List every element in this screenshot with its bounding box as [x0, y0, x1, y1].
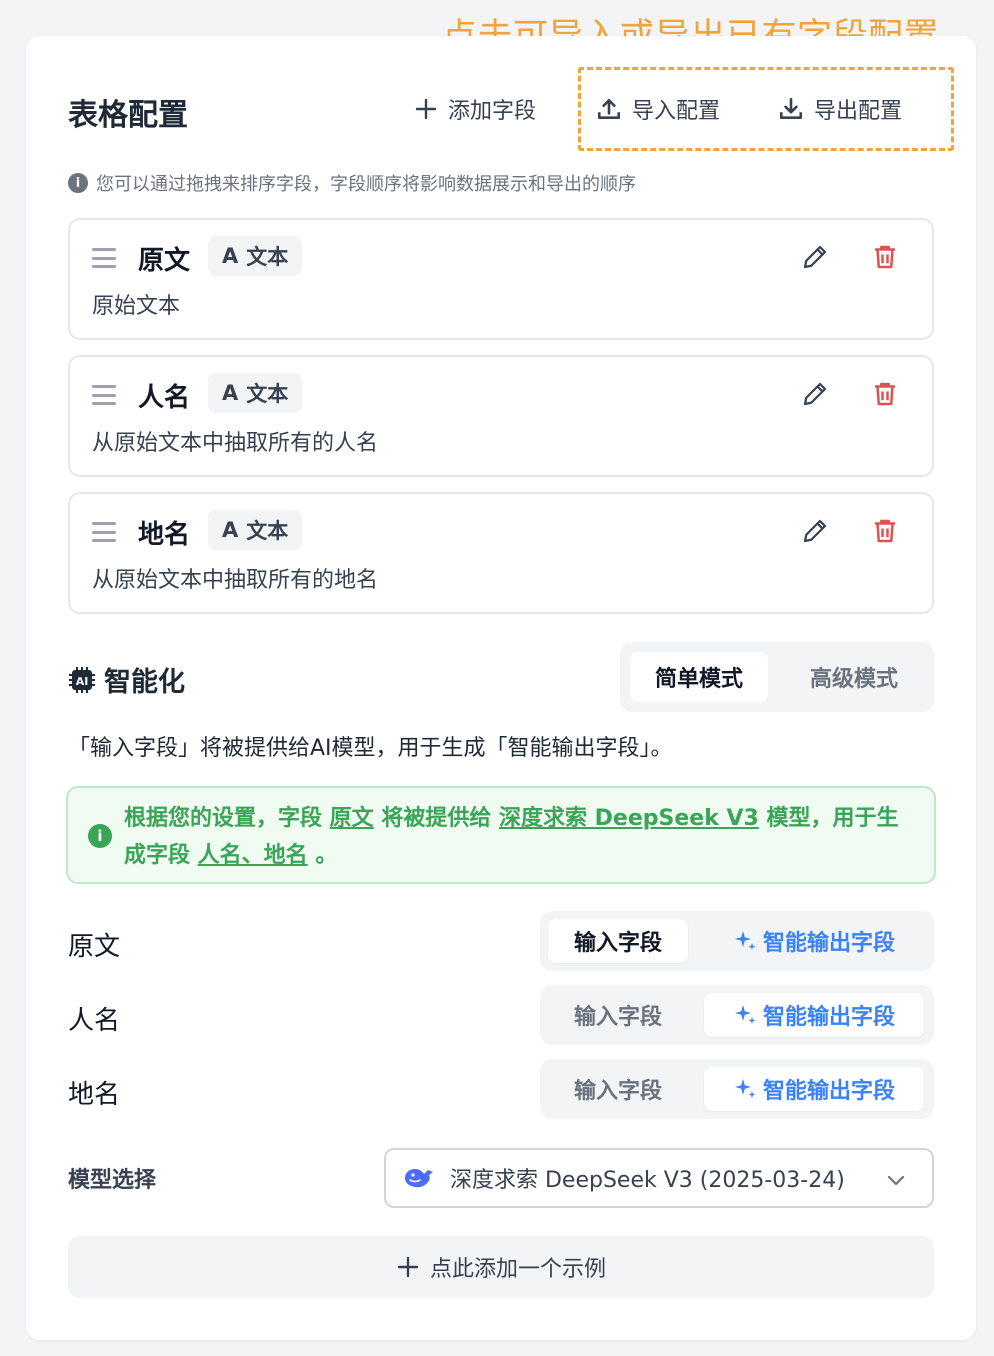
ai-output-label: 智能输出字段	[762, 931, 895, 956]
notice-text-part: 根据您的设置，字段	[124, 806, 330, 831]
notice-text-part: 将被提供给	[373, 806, 500, 831]
field-role-toggle: 输入字段 智能输出字段	[540, 1059, 934, 1119]
info-icon: i	[68, 173, 88, 193]
plus-icon	[397, 1256, 419, 1278]
input-field-option[interactable]: 输入字段	[548, 1067, 688, 1111]
upload-icon	[597, 99, 621, 119]
sparkle-icon	[734, 1005, 756, 1024]
chevron-down-icon	[887, 1175, 905, 1186]
text-type-icon: A	[222, 244, 239, 268]
drag-hint: i 您可以通过拖拽来排序字段，字段顺序将影响数据展示和导出的顺序	[68, 170, 636, 196]
field-type-label: 文本	[246, 519, 289, 543]
simple-mode-tab[interactable]: 简单模式	[630, 652, 768, 702]
export-config-label: 导出配置	[814, 99, 903, 124]
row-label-人名: 人名	[68, 1006, 121, 1036]
ai-output-field-option[interactable]: 智能输出字段	[704, 919, 924, 963]
field-card-原文[interactable]: 原文 A 文本 原始文本	[68, 218, 934, 340]
field-role-toggle: 输入字段 智能输出字段	[540, 985, 934, 1045]
input-field-option[interactable]: 输入字段	[548, 919, 688, 963]
add-example-button[interactable]: 点此添加一个示例	[68, 1236, 934, 1298]
page-title: 表格配置	[68, 98, 188, 133]
edit-pencil-icon[interactable]	[800, 516, 830, 546]
row-label-地名: 地名	[68, 1080, 121, 1110]
plus-icon	[415, 98, 437, 120]
deepseek-whale-icon	[405, 1169, 433, 1188]
ai-output-label: 智能输出字段	[762, 1005, 895, 1030]
row-label-原文: 原文	[68, 932, 121, 962]
ai-output-field-option[interactable]: 智能输出字段	[704, 1067, 924, 1111]
ai-section-title: 智能化	[104, 667, 185, 698]
field-role-toggle: 输入字段 智能输出字段	[540, 911, 934, 971]
drag-handle-icon[interactable]	[92, 522, 116, 542]
text-type-icon: A	[222, 518, 239, 542]
export-config-button[interactable]: 导出配置	[778, 93, 902, 125]
sparkle-icon	[734, 931, 756, 950]
input-field-option[interactable]: 输入字段	[548, 993, 688, 1037]
drag-handle-icon[interactable]	[92, 385, 116, 405]
field-name: 人名	[138, 383, 191, 413]
ai-chip-icon: AI	[69, 666, 95, 693]
mode-switch: 简单模式 高级模式	[620, 642, 934, 712]
field-description: 从原始文本中抽取所有的地名	[92, 568, 379, 593]
ai-output-field-option[interactable]: 智能输出字段	[704, 993, 924, 1037]
notice-output-fields: 人名、地名	[197, 843, 308, 868]
drag-hint-text: 您可以通过拖拽来排序字段，字段顺序将影响数据展示和导出的顺序	[96, 174, 636, 195]
svg-text:AI: AI	[76, 675, 89, 688]
notice-text-part: 。	[307, 843, 338, 868]
add-field-label: 添加字段	[448, 99, 537, 124]
field-name: 地名	[138, 520, 191, 550]
model-select[interactable]: 深度求索 DeepSeek V3 (2025-03-24)	[384, 1148, 934, 1208]
download-icon	[779, 97, 803, 119]
drag-handle-icon[interactable]	[92, 248, 116, 268]
field-name: 原文	[138, 246, 191, 276]
import-config-label: 导入配置	[632, 99, 721, 124]
edit-pencil-icon[interactable]	[800, 242, 830, 272]
model-select-value: 深度求索 DeepSeek V3 (2025-03-24)	[450, 1168, 845, 1193]
ai-notice-box: i 根据您的设置，字段 原文 将被提供给 深度求索 DeepSeek V3 模型…	[66, 786, 936, 884]
ai-notice-text: 根据您的设置，字段 原文 将被提供给 深度求索 DeepSeek V3 模型，用…	[124, 800, 914, 874]
ai-description: 「输入字段」将被提供给AI模型，用于生成「智能输出字段」。	[68, 736, 673, 761]
field-type-label: 文本	[246, 382, 289, 406]
sparkle-icon	[734, 1079, 756, 1098]
notice-input-fields: 原文	[329, 806, 374, 831]
field-type-badge: A 文本	[208, 510, 303, 550]
field-description: 从原始文本中抽取所有的人名	[92, 431, 379, 456]
field-card-人名[interactable]: 人名 A 文本 从原始文本中抽取所有的人名	[68, 355, 934, 477]
field-type-label: 文本	[246, 245, 289, 269]
advanced-mode-tab[interactable]: 高级模式	[780, 652, 928, 702]
import-config-button[interactable]: 导入配置	[596, 93, 720, 125]
trash-icon[interactable]	[870, 516, 900, 546]
trash-icon[interactable]	[870, 242, 900, 272]
ai-section-header: AI 智能化	[68, 660, 185, 699]
ai-output-label: 智能输出字段	[762, 1079, 895, 1104]
notice-model-name: 深度求索 DeepSeek V3	[499, 806, 759, 831]
add-field-button[interactable]: 添加字段	[414, 93, 536, 125]
field-description: 原始文本	[92, 294, 181, 319]
field-type-badge: A 文本	[208, 373, 303, 413]
edit-pencil-icon[interactable]	[800, 379, 830, 409]
info-icon: i	[88, 824, 112, 848]
field-type-badge: A 文本	[208, 236, 303, 276]
add-example-label: 点此添加一个示例	[429, 1257, 606, 1282]
field-card-地名[interactable]: 地名 A 文本 从原始文本中抽取所有的地名	[68, 492, 934, 614]
text-type-icon: A	[222, 381, 239, 405]
model-select-label: 模型选择	[68, 1168, 157, 1193]
trash-icon[interactable]	[870, 379, 900, 409]
